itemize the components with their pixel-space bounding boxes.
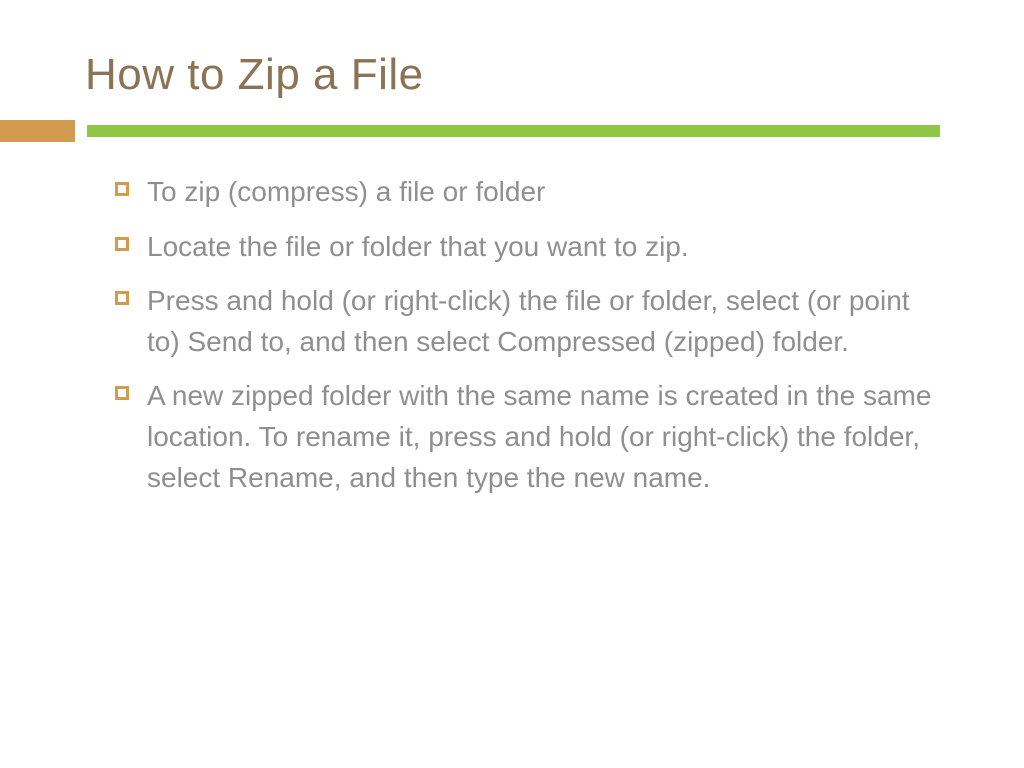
slide-container: How to Zip a File To zip (compress) a fi… bbox=[0, 0, 1024, 768]
square-bullet-icon bbox=[115, 386, 129, 400]
bullet-text: To zip (compress) a file or folder bbox=[147, 172, 545, 213]
square-bullet-icon bbox=[115, 182, 129, 196]
list-item: To zip (compress) a file or folder bbox=[115, 172, 939, 213]
list-item: Press and hold (or right-click) the file… bbox=[115, 281, 939, 362]
list-item: A new zipped folder with the same name i… bbox=[115, 376, 939, 498]
square-bullet-icon bbox=[115, 291, 129, 305]
divider-accent-orange bbox=[0, 120, 75, 142]
slide-content: To zip (compress) a file or folder Locat… bbox=[0, 172, 939, 498]
slide-title: How to Zip a File bbox=[0, 50, 939, 100]
bullet-text: A new zipped folder with the same name i… bbox=[147, 376, 939, 498]
bullet-text: Press and hold (or right-click) the file… bbox=[147, 281, 939, 362]
square-bullet-icon bbox=[115, 237, 129, 251]
divider-row bbox=[0, 120, 940, 142]
bullet-text: Locate the file or folder that you want … bbox=[147, 227, 689, 268]
divider-accent-green bbox=[87, 125, 940, 137]
list-item: Locate the file or folder that you want … bbox=[115, 227, 939, 268]
